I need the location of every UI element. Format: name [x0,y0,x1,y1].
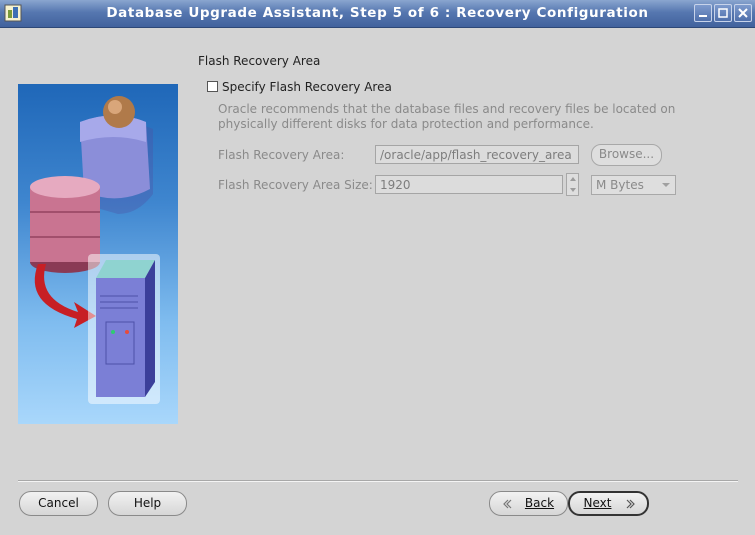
footer-separator [18,480,738,482]
flash-recovery-area-label: Flash Recovery Area: [218,148,345,162]
chevron-left-icon [503,499,512,509]
chevron-right-icon [626,499,635,509]
window-title: Database Upgrade Assistant, Step 5 of 6 … [106,5,649,21]
maximize-icon[interactable] [714,4,732,22]
browse-button[interactable]: Browse... [591,144,662,166]
back-label: Back [524,496,555,510]
minimize-icon[interactable] [694,4,712,22]
size-spinner[interactable] [566,173,579,196]
flash-recovery-size-input[interactable] [375,175,563,194]
help-label: Help [133,496,162,510]
size-unit-select[interactable]: M Bytes [591,175,676,195]
wizard-illustration [18,84,178,424]
cancel-button[interactable]: Cancel [19,491,98,516]
flash-recovery-area-input[interactable] [375,145,579,164]
flash-recovery-size-label: Flash Recovery Area Size: [218,178,373,192]
dbua-window: Database Upgrade Assistant, Step 5 of 6 … [0,0,755,535]
next-label: Next [583,496,612,510]
section-title: Flash Recovery Area [198,54,321,68]
close-icon[interactable] [734,4,752,22]
specify-flash-recovery-checkbox[interactable] [207,81,218,92]
recommendation-text: Oracle recommends that the database file… [218,102,676,131]
help-button[interactable]: Help [108,491,187,516]
title-bar[interactable]: Database Upgrade Assistant, Step 5 of 6 … [0,0,755,28]
chevron-down-icon [662,183,670,187]
spin-down-icon[interactable] [570,188,576,192]
next-button[interactable]: Next [568,491,649,516]
spin-up-icon[interactable] [570,177,576,181]
specify-flash-recovery-label[interactable]: Specify Flash Recovery Area [222,80,392,94]
back-button[interactable]: Back [489,491,568,516]
cancel-label: Cancel [38,496,79,510]
size-unit-value: M Bytes [596,178,644,192]
